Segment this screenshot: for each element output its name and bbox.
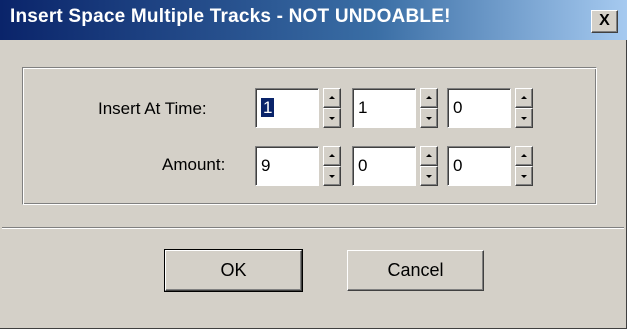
amount-beat-spinner[interactable] [420,146,438,186]
cancel-button[interactable]: Cancel [347,250,484,291]
spin-up-button[interactable] [420,88,438,108]
spin-up-button[interactable] [515,146,533,166]
insert-at-time-label: Insert At Time: [98,99,207,118]
separator-line [2,227,624,229]
amount-tick-spinner[interactable] [515,146,533,186]
arrow-up-icon [426,154,432,157]
title-bar[interactable]: Insert Space Multiple Tracks - NOT UNDOA… [0,0,627,40]
arrow-down-icon [329,117,335,120]
amount-measure-field[interactable]: 9 [255,146,319,186]
arrow-up-icon [329,96,335,99]
insert-at-time-tick-spinner[interactable] [515,88,533,128]
dialog-title: Insert Space Multiple Tracks - NOT UNDOA… [10,6,451,27]
spin-up-button[interactable] [515,88,533,108]
spin-down-button[interactable] [515,108,533,128]
close-icon: X [599,12,610,29]
amount-measure-spinner[interactable] [323,146,341,186]
arrow-down-icon [426,175,432,178]
arrow-down-icon [521,175,527,178]
amount-label: Amount: [162,155,226,174]
insert-at-time-measure-field[interactable]: 1 [255,88,319,128]
close-button[interactable]: X [591,10,618,33]
spin-down-button[interactable] [323,166,341,186]
selected-text: 1 [261,98,275,117]
spin-down-button[interactable] [420,108,438,128]
spin-up-button[interactable] [323,88,341,108]
arrow-up-icon [521,96,527,99]
insert-at-time-tick-field[interactable]: 0 [447,88,511,128]
arrow-down-icon [426,117,432,120]
spin-down-button[interactable] [323,108,341,128]
spin-up-button[interactable] [420,146,438,166]
spin-up-button[interactable] [323,146,341,166]
ok-button[interactable]: OK [164,249,303,292]
spin-down-button[interactable] [515,166,533,186]
arrow-down-icon [329,175,335,178]
insert-at-time-measure-spinner[interactable] [323,88,341,128]
insert-at-time-beat-spinner[interactable] [420,88,438,128]
arrow-up-icon [521,154,527,157]
amount-tick-field[interactable]: 0 [447,146,511,186]
arrow-up-icon [329,154,335,157]
insert-at-time-beat-field[interactable]: 1 [352,88,416,128]
arrow-up-icon [426,96,432,99]
dialog-window: Insert Space Multiple Tracks - NOT UNDOA… [0,0,627,329]
amount-beat-field[interactable]: 0 [352,146,416,186]
arrow-down-icon [521,117,527,120]
spin-down-button[interactable] [420,166,438,186]
